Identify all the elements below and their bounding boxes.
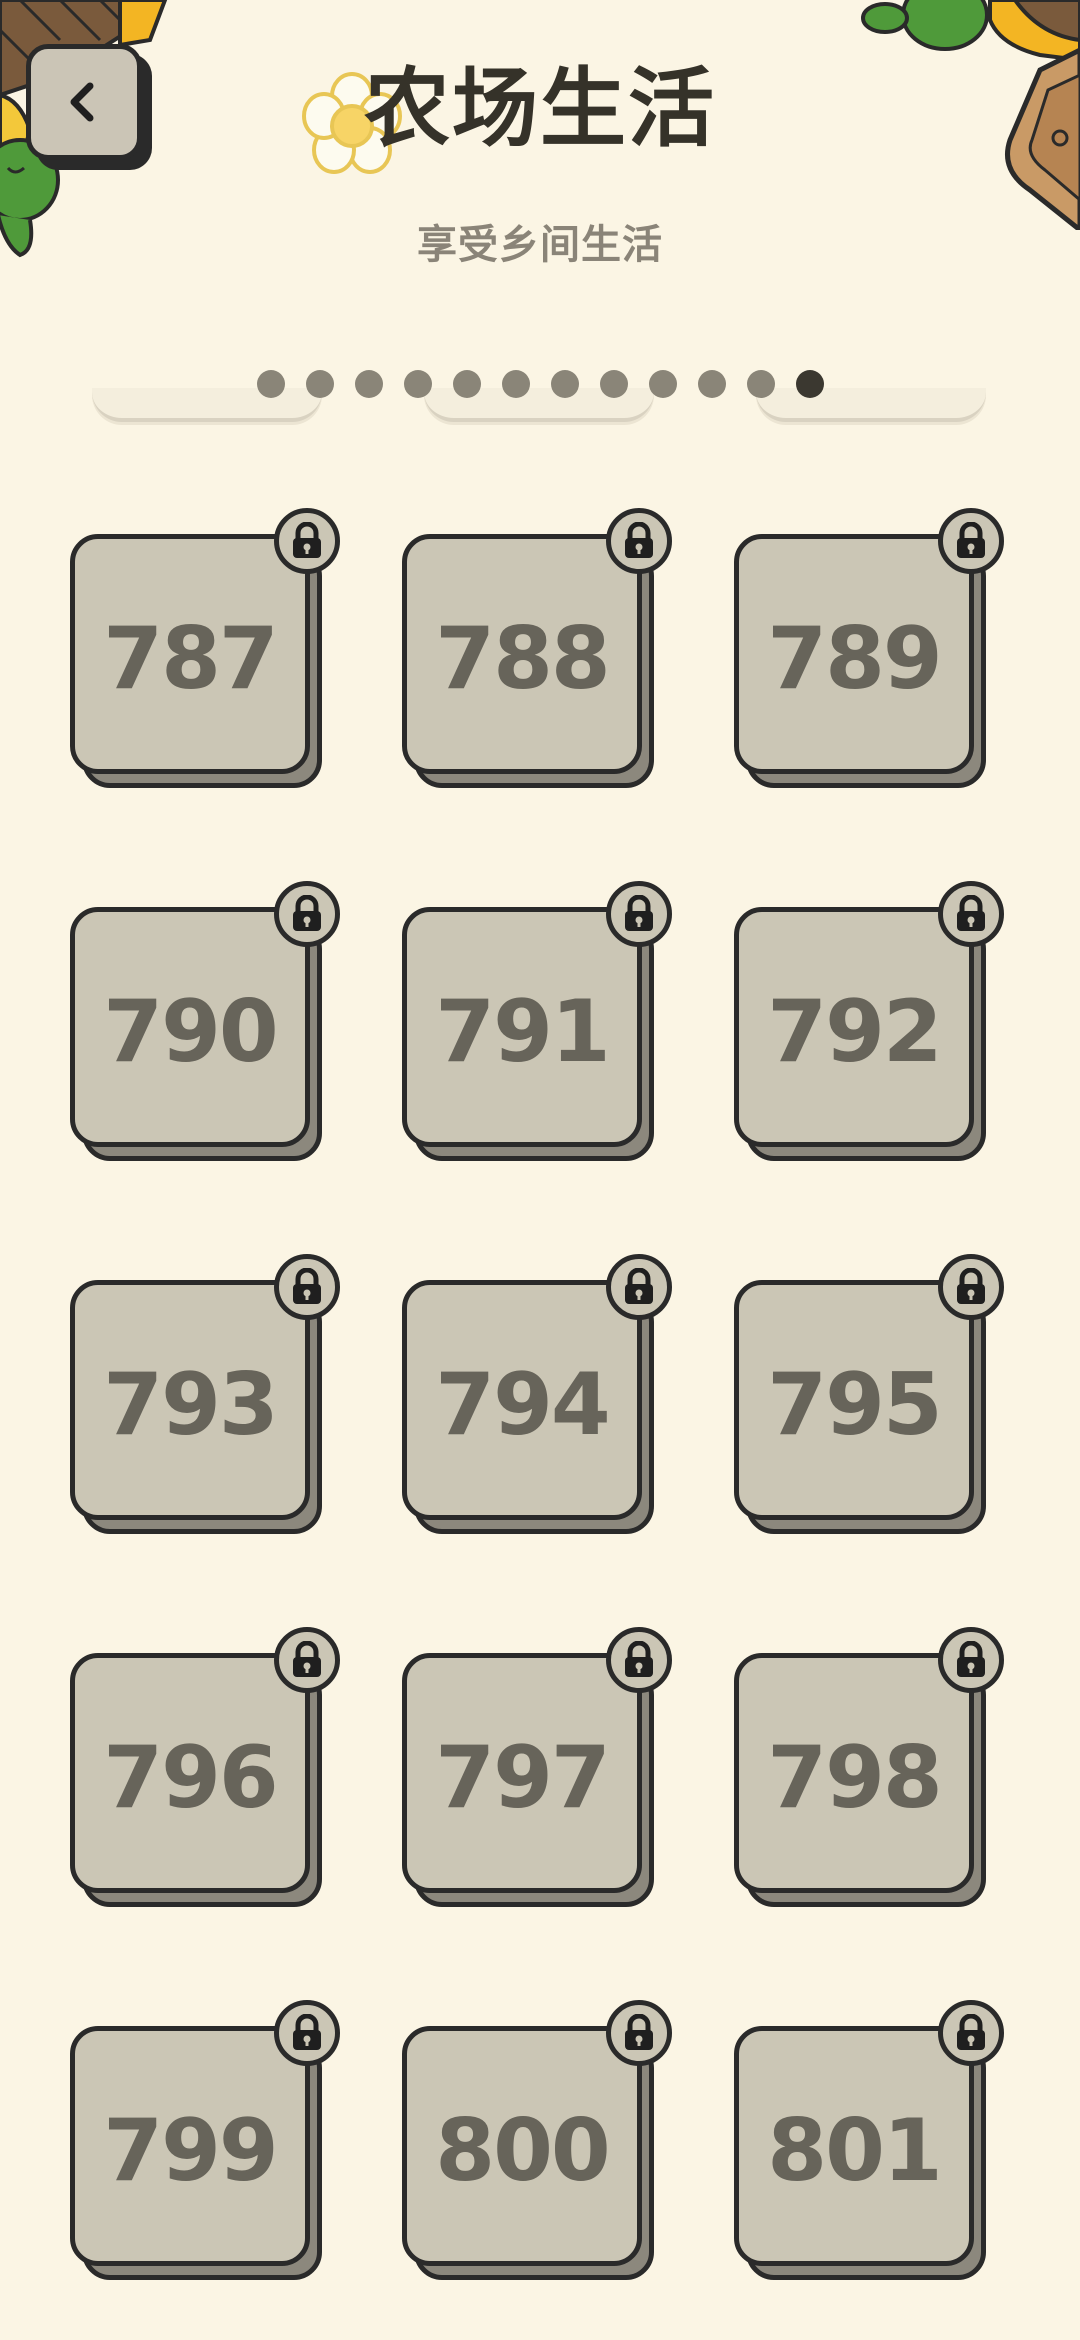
- lock-badge: [274, 1627, 340, 1693]
- pager-dot[interactable]: [403, 370, 432, 398]
- level-tile-801[interactable]: 801: [734, 2000, 1004, 2280]
- lock-badge: [606, 2000, 672, 2066]
- lock-icon: [957, 522, 985, 558]
- lock-icon: [293, 1641, 321, 1677]
- pager-dot[interactable]: [697, 370, 726, 398]
- level-tile-793[interactable]: 793: [70, 1254, 340, 1534]
- tile-face: 793: [70, 1280, 310, 1520]
- lock-icon: [625, 895, 653, 931]
- lock-icon: [957, 1641, 985, 1677]
- lock-badge: [606, 881, 672, 947]
- level-number: 791: [435, 982, 611, 1082]
- lock-badge: [938, 1254, 1004, 1320]
- level-number: 793: [103, 1355, 279, 1455]
- level-tile-791[interactable]: 791: [402, 881, 672, 1161]
- lock-icon: [957, 2014, 985, 2050]
- pager-dot[interactable]: [746, 370, 775, 398]
- pager-dot[interactable]: [452, 370, 481, 398]
- lock-badge: [606, 508, 672, 574]
- lock-icon: [625, 2014, 653, 2050]
- level-tile-790[interactable]: 790: [70, 881, 340, 1161]
- level-tile-799[interactable]: 799: [70, 2000, 340, 2280]
- tile-face: 801: [734, 2026, 974, 2266]
- lock-icon: [293, 522, 321, 558]
- level-number: 789: [767, 609, 943, 709]
- tile-face: 790: [70, 907, 310, 1147]
- level-number: 796: [103, 1728, 279, 1828]
- level-tile-796[interactable]: 796: [70, 1627, 340, 1907]
- lock-badge: [274, 508, 340, 574]
- level-tile-797[interactable]: 797: [402, 1627, 672, 1907]
- lock-icon: [957, 895, 985, 931]
- level-tile-794[interactable]: 794: [402, 1254, 672, 1534]
- lock-badge: [274, 881, 340, 947]
- level-select-screen: 农场生活 享受乡间生活 787 788 789 790 791 792 793 …: [0, 0, 1080, 2340]
- level-grid: 787 788 789 790 791 792 793 794 795 796 …: [70, 508, 1010, 2280]
- level-number: 798: [767, 1728, 943, 1828]
- tile-face: 796: [70, 1653, 310, 1893]
- lock-icon: [625, 1641, 653, 1677]
- lock-badge: [938, 508, 1004, 574]
- level-number: 799: [103, 2101, 279, 2201]
- level-tile-789[interactable]: 789: [734, 508, 1004, 788]
- level-number: 787: [103, 609, 279, 709]
- level-number: 795: [767, 1355, 943, 1455]
- pager-dot[interactable]: [599, 370, 628, 398]
- pager-dot[interactable]: [354, 370, 383, 398]
- lock-icon: [293, 1268, 321, 1304]
- level-tile-787[interactable]: 787: [70, 508, 340, 788]
- lock-badge: [606, 1254, 672, 1320]
- page-indicator: [0, 370, 1080, 398]
- pager-dot[interactable]: [501, 370, 530, 398]
- pager-dot[interactable]: [550, 370, 579, 398]
- lock-icon: [625, 522, 653, 558]
- level-tile-795[interactable]: 795: [734, 1254, 1004, 1534]
- lock-badge: [606, 1627, 672, 1693]
- tile-face: 792: [734, 907, 974, 1147]
- header: 农场生活: [0, 48, 1080, 174]
- level-tile-798[interactable]: 798: [734, 1627, 1004, 1907]
- level-tile-792[interactable]: 792: [734, 881, 1004, 1161]
- tile-face: 795: [734, 1280, 974, 1520]
- level-number: 790: [103, 982, 279, 1082]
- lock-icon: [957, 1268, 985, 1304]
- tile-face: 800: [402, 2026, 642, 2266]
- pager-dot[interactable]: [256, 370, 285, 398]
- lock-badge: [274, 1254, 340, 1320]
- pager-dot-active[interactable]: [795, 370, 824, 398]
- lock-badge: [938, 881, 1004, 947]
- tile-face: 787: [70, 534, 310, 774]
- level-number: 797: [435, 1728, 611, 1828]
- tile-face: 797: [402, 1653, 642, 1893]
- lock-icon: [625, 1268, 653, 1304]
- level-number: 800: [435, 2101, 611, 2201]
- pager-dot[interactable]: [305, 370, 334, 398]
- level-tile-800[interactable]: 800: [402, 2000, 672, 2280]
- tile-face: 794: [402, 1280, 642, 1520]
- level-number: 794: [435, 1355, 611, 1455]
- level-number: 788: [435, 609, 611, 709]
- page-subtitle: 享受乡间生活: [417, 222, 663, 268]
- level-number: 792: [767, 982, 943, 1082]
- lock-badge: [938, 2000, 1004, 2066]
- lock-icon: [293, 2014, 321, 2050]
- tile-face: 789: [734, 534, 974, 774]
- page-title: 农场生活: [364, 59, 716, 159]
- tile-face: 788: [402, 534, 642, 774]
- lock-badge: [938, 1627, 1004, 1693]
- level-tile-788[interactable]: 788: [402, 508, 672, 788]
- lock-icon: [293, 895, 321, 931]
- pager-dot[interactable]: [648, 370, 677, 398]
- tile-face: 791: [402, 907, 642, 1147]
- tile-face: 798: [734, 1653, 974, 1893]
- level-number: 801: [767, 2101, 943, 2201]
- lock-badge: [274, 2000, 340, 2066]
- tile-face: 799: [70, 2026, 310, 2266]
